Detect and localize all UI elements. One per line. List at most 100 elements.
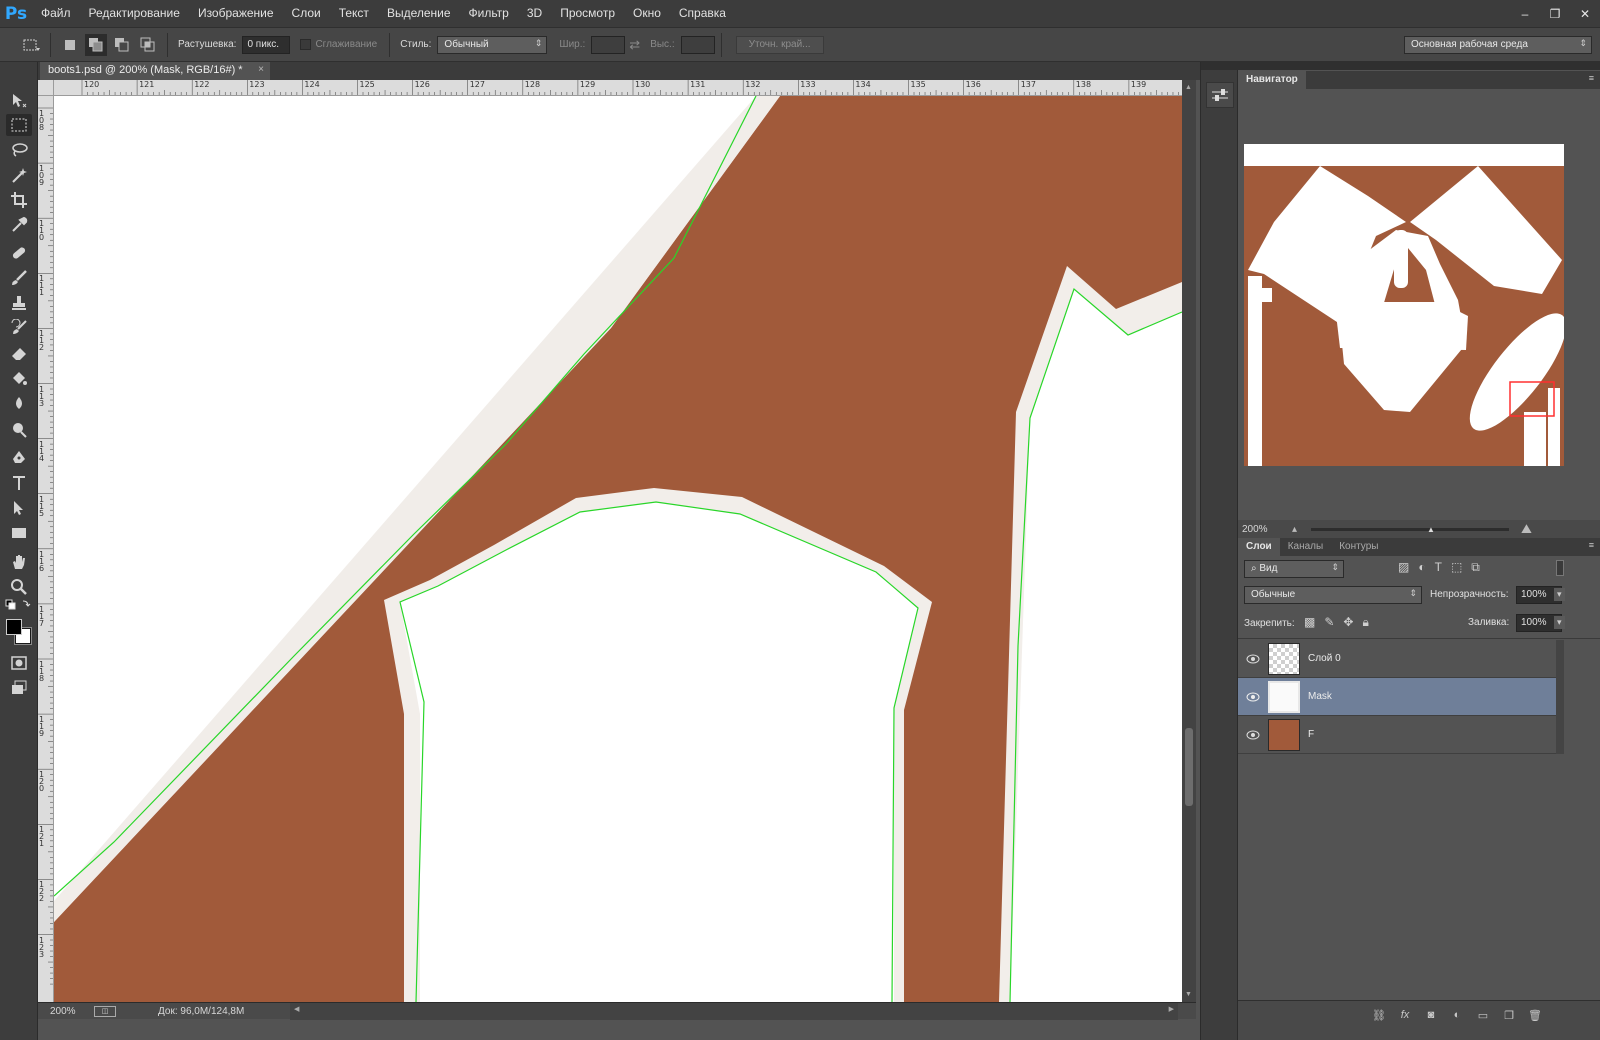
width-input[interactable] <box>591 35 626 54</box>
blur-tool[interactable] <box>6 393 32 415</box>
visibility-eye-icon[interactable] <box>1238 730 1268 740</box>
healing-brush-tool[interactable] <box>6 242 32 264</box>
delete-layer-trash-icon[interactable]: 🗑︎ <box>1526 1009 1544 1025</box>
tab-layers[interactable]: Слои <box>1238 538 1280 556</box>
menu-view[interactable]: Просмотр <box>551 0 624 27</box>
refine-edge-button[interactable]: Уточн. край... <box>735 35 824 54</box>
tool-preset-picker[interactable] <box>20 34 42 56</box>
tab-channels[interactable]: Каналы <box>1280 538 1332 556</box>
horizontal-scrollbar[interactable]: ◀ ▶ <box>290 1003 1307 1020</box>
dodge-tool[interactable] <box>6 419 32 441</box>
scroll-right-icon[interactable]: ▶ <box>1169 1005 1174 1013</box>
visibility-eye-icon[interactable] <box>1238 692 1268 702</box>
vertical-ruler[interactable]: 108 109 110 111 112 113 114 115 116 117 118 119 120 1… <box>38 96 54 1002</box>
horizontal-ruler[interactable]: 120 121 122 123 124 125 126 127 128 129 130 131 132 1… <box>54 80 1182 96</box>
lock-pixels-brush-icon[interactable]: ✎ <box>1324 615 1334 630</box>
navigator-menu-icon[interactable]: ≡ <box>1589 73 1594 83</box>
status-info-icon[interactable]: ◫ <box>94 1005 116 1017</box>
layers-menu-icon[interactable]: ≡ <box>1589 540 1594 550</box>
minimize-button[interactable]: ‒ <box>1510 0 1540 27</box>
document-canvas[interactable] <box>54 96 1182 1002</box>
intersect-selection-button[interactable] <box>137 34 159 56</box>
crop-tool[interactable] <box>6 189 32 211</box>
layer-row-layer0[interactable]: Слой 0 <box>1238 640 1556 678</box>
navigator-preview[interactable] <box>1244 144 1567 466</box>
quick-mask-button[interactable] <box>6 652 32 674</box>
filter-type-icon[interactable]: T <box>1435 560 1442 575</box>
close-document-icon[interactable]: × <box>258 64 264 75</box>
vertical-scrollbar[interactable]: ▲ ▼ <box>1182 80 1196 1002</box>
filter-pixel-icon[interactable]: ▨ <box>1398 560 1409 575</box>
navigator-zoom-value[interactable]: 200% <box>1242 524 1292 535</box>
menu-file[interactable]: Файл <box>32 0 80 27</box>
layer-filter-select[interactable]: ⌕ Вид ⇕ <box>1244 560 1344 578</box>
menu-filter[interactable]: Фильтр <box>460 0 518 27</box>
lock-position-move-icon[interactable]: ✥ <box>1343 615 1353 630</box>
tab-navigator[interactable]: Навигатор <box>1238 71 1306 89</box>
menu-layers[interactable]: Слои <box>283 0 330 27</box>
height-input[interactable] <box>680 35 715 54</box>
filter-adjustment-icon[interactable]: ◐ <box>1418 560 1425 575</box>
foreground-color-swatch[interactable] <box>6 619 22 635</box>
opacity-dropdown-icon[interactable]: ▾ <box>1554 588 1565 601</box>
scroll-up-icon[interactable]: ▲ <box>1185 84 1192 91</box>
layer-style-fx-icon[interactable]: fx <box>1396 1009 1414 1025</box>
navigator-zoom-slider[interactable]: ▲ <box>1311 525 1510 534</box>
style-select[interactable]: Обычный ⇕ <box>437 35 548 54</box>
link-layers-icon[interactable]: ⛓ <box>1370 1009 1388 1025</box>
feather-input[interactable]: 0 пикс. <box>242 35 291 54</box>
history-brush-tool[interactable] <box>6 317 32 339</box>
paint-bucket-tool[interactable] <box>6 368 32 390</box>
screen-mode-button[interactable] <box>6 677 32 699</box>
rect-marquee-tool[interactable] <box>6 114 32 136</box>
filter-shape-icon[interactable]: ⬚ <box>1451 560 1462 575</box>
menu-type[interactable]: Текст <box>330 0 378 27</box>
eraser-tool[interactable] <box>6 342 32 364</box>
navigator-zoom-slider-thumb[interactable]: ▲ <box>1427 525 1435 534</box>
clone-stamp-tool[interactable] <box>6 292 32 314</box>
layers-scrollbar[interactable] <box>1556 640 1564 754</box>
blend-mode-select[interactable]: Обычные ⇕ <box>1244 586 1422 604</box>
eyedropper-tool[interactable] <box>6 214 32 236</box>
lock-all-padlock-icon[interactable]: 🔒︎ <box>1362 615 1368 630</box>
filter-toggle[interactable] <box>1556 560 1564 576</box>
vertical-scroll-thumb[interactable] <box>1185 728 1193 806</box>
add-mask-icon[interactable]: ◙ <box>1422 1009 1440 1025</box>
subtract-selection-button[interactable] <box>111 34 133 56</box>
restore-button[interactable]: ❐ <box>1540 0 1570 27</box>
tab-paths[interactable]: Контуры <box>1331 538 1386 556</box>
zoom-in-mountain-icon[interactable]: ⛰ <box>1521 521 1532 537</box>
menu-edit[interactable]: Редактирование <box>80 0 189 27</box>
menu-help[interactable]: Справка <box>670 0 735 27</box>
adjustment-layer-icon[interactable]: ◐ <box>1448 1009 1466 1025</box>
rectangle-tool[interactable] <box>6 522 32 544</box>
filter-smart-object-icon[interactable]: ⧉ <box>1471 560 1480 575</box>
fill-dropdown-icon[interactable]: ▾ <box>1554 616 1565 629</box>
lock-transparency-icon[interactable]: ▩ <box>1304 615 1315 630</box>
close-window-button[interactable]: ✕ <box>1570 0 1600 27</box>
type-tool[interactable] <box>6 472 32 494</box>
new-selection-button[interactable] <box>59 34 81 56</box>
new-layer-icon[interactable]: ❐ <box>1500 1009 1518 1025</box>
antialias-checkbox[interactable] <box>300 39 312 50</box>
layer-row-f[interactable]: F <box>1238 716 1556 754</box>
menu-3d[interactable]: 3D <box>518 0 551 27</box>
swap-icon[interactable]: ⇄ <box>629 37 640 53</box>
zoom-tool[interactable] <box>6 576 32 598</box>
menu-window[interactable]: Окно <box>624 0 670 27</box>
hand-tool[interactable] <box>6 551 32 573</box>
magic-wand-tool[interactable] <box>6 164 32 186</box>
zoom-out-mountain-icon[interactable]: ▴ <box>1292 524 1297 535</box>
ruler-origin[interactable] <box>38 80 54 96</box>
new-group-folder-icon[interactable]: ▭ <box>1474 1009 1492 1025</box>
zoom-level[interactable]: 200% <box>50 1006 90 1017</box>
layer-row-mask[interactable]: Mask <box>1238 678 1556 716</box>
visibility-eye-icon[interactable] <box>1238 654 1268 664</box>
scroll-left-icon[interactable]: ◀ <box>294 1005 299 1013</box>
scroll-down-icon[interactable]: ▼ <box>1185 991 1192 998</box>
menu-image[interactable]: Изображение <box>189 0 283 27</box>
default-colors-button[interactable] <box>4 598 32 612</box>
lasso-tool[interactable] <box>6 139 32 161</box>
menu-select[interactable]: Выделение <box>378 0 460 27</box>
workspace-select[interactable]: Основная рабочая среда ⇕ <box>1404 36 1592 54</box>
